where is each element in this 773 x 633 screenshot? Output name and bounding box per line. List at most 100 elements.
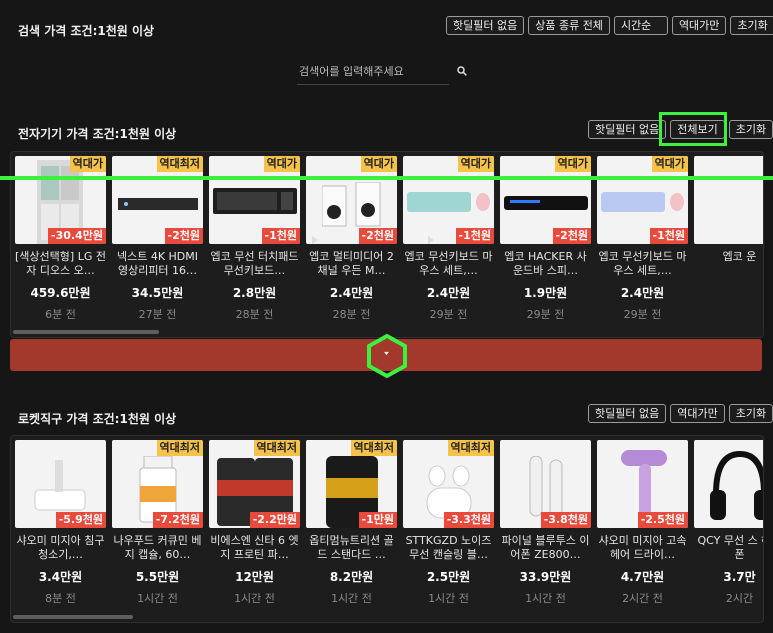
product-card[interactable]: QCY 무선 스 헤드폰 3.7만 2시간 [694, 440, 763, 606]
product-price: 33.9만원 [519, 570, 572, 584]
keyboard-image [213, 188, 297, 214]
keyboard-set-image [601, 192, 684, 212]
search-box [297, 60, 449, 85]
product-card[interactable]: 역대가 -1천원 엡코 무선 터치패드 무선키보드… 2.8만원 28분 전 [209, 156, 300, 322]
posted-time: 1시간 전 [137, 592, 178, 605]
product-price: 1.9만원 [523, 286, 568, 300]
search-price-condition-title: 검색 가격 조건:1천원 이상 [18, 24, 155, 38]
product-name: STTKGZD 노이즈 무선 캔슬링 블… [405, 534, 492, 561]
product-image: 역대가 -1천원 [597, 156, 688, 244]
product-card[interactable]: -2.5천원 샤오미 미지아 고속 헤어 드라이… 4.7만원 2시간 전 [597, 440, 688, 606]
highlight-hexagon [367, 333, 407, 379]
product-card[interactable]: 역대최저 -3.3천원 STTKGZD 노이즈 무선 캔슬링 블… 2.5만원 … [403, 440, 494, 606]
product-image: 역대가 -2천원 [500, 156, 591, 244]
posted-time: 1시간 전 [525, 592, 566, 605]
discount-label: -2.5천원 [637, 512, 688, 528]
product-image: -2.5천원 [597, 440, 688, 528]
hdmi-splitter-image [118, 198, 198, 210]
search-icon[interactable] [457, 66, 467, 76]
product-image: 역대최저 -3.3천원 [403, 440, 494, 528]
posted-time: 28분 전 [235, 308, 274, 321]
product-card[interactable]: 역대최저 -7.2천원 나우푸드 커큐민 베지 캡슐, 60… 5.5만원 1시… [112, 440, 203, 606]
product-card[interactable]: 역대가 -1천원 엡코 무선키보드 마우스 세트,… 2.4만원 29분 전 [597, 156, 688, 322]
product-price: 2.8만원 [232, 286, 277, 300]
product-image: 역대최저 -2천원 [112, 156, 203, 244]
badge-lowest: 역대가 [360, 156, 397, 172]
product-name: 엡코 무선키보드 마우스 세트,… [404, 250, 493, 277]
discount-label: -2.2만원 [249, 512, 300, 528]
rocket-reset-button[interactable]: 초기화 [728, 404, 773, 423]
posted-time: 27분 전 [138, 308, 177, 321]
badge-lowest-ever: 역대최저 [156, 440, 203, 456]
discount-label: -30.4만원 [48, 228, 106, 244]
product-image: 역대가 -2천원 [306, 156, 397, 244]
product-price: 2.4만원 [426, 286, 471, 300]
highlight-box [659, 112, 727, 146]
product-type-button[interactable]: 상품 종류 전체 [528, 16, 610, 35]
product-image: 역대최저 -1만원 [306, 440, 397, 528]
product-name: 넥스트 4K HDMI 영상리피터 16… [116, 250, 199, 277]
electronics-scrollbar[interactable] [13, 330, 159, 334]
chevron-right-icon [428, 236, 434, 244]
product-card[interactable]: -3.8천원 파이널 블루투스 이어폰 ZE800… 33.9만원 1시간 전 [500, 440, 591, 606]
product-price: 8.2만원 [329, 570, 374, 584]
posted-time: 2시간 전 [622, 592, 663, 605]
highlight-line [0, 176, 773, 180]
discount-label: -1천원 [649, 228, 688, 244]
discount-label: -1천원 [261, 228, 300, 244]
product-name: QCY 무선 스 헤드폰 [697, 534, 763, 561]
posted-time: 29분 전 [623, 308, 662, 321]
product-price: 459.6만원 [30, 286, 91, 300]
product-card[interactable]: -5.9천원 샤오미 미지아 침구 청소기,… 3.4만원 8분 전 [15, 440, 106, 606]
product-card[interactable]: 역대최저 -1만원 옵티멈뉴트리션 골드 스탠다드 … 8.2만원 1시간 전 [306, 440, 397, 606]
product-card[interactable]: 역대가 -1천원 엡코 무선키보드 마우스 세트,… 2.4만원 29분 전 [403, 156, 494, 322]
rocket-lowest-only-button[interactable]: 역대가만 [670, 404, 725, 423]
keyboard-set-image [407, 192, 490, 212]
search-input[interactable] [297, 60, 441, 83]
product-image: 역대최저 -7.2천원 [112, 440, 203, 528]
product-name: 옵티멈뉴트리션 골드 스탠다드 … [309, 534, 394, 561]
badge-lowest-ever: 역대최저 [447, 440, 494, 456]
product-image: 역대가 -30.4만원 [15, 156, 106, 244]
electronics-hotdeal-filter-button[interactable]: 핫딜필터 없음 [588, 120, 667, 139]
product-card[interactable]: 역대가 -30.4만원 [색상선택형] LG 전자 디오스 오… 459.6만원… [15, 156, 106, 322]
top-filter-buttons: 핫딜필터 없음 상품 종류 전체 시간순 역대가만 초기화 [446, 16, 773, 35]
soundbar-image [504, 196, 588, 210]
product-card[interactable]: 엡코 운 [694, 156, 763, 322]
posted-time: 2시간 [725, 592, 754, 605]
sort-time-button[interactable]: 시간순 [613, 16, 668, 35]
product-image: 역대가 -1천원 [403, 156, 494, 244]
rocket-hotdeal-filter-button[interactable]: 핫딜필터 없음 [588, 404, 667, 423]
lowest-only-button[interactable]: 역대가만 [671, 16, 727, 35]
product-name: [색상선택형] LG 전자 디오스 오… [15, 250, 106, 277]
product-card[interactable]: 역대최저 -2천원 넥스트 4K HDMI 영상리피터 16… 34.5만원 2… [112, 156, 203, 322]
discount-label: -2천원 [164, 228, 203, 244]
product-card[interactable]: 역대최저 -2.2만원 비에스엔 신타 6 엣지 프로틴 파… 12만원 1시간… [209, 440, 300, 606]
discount-label: -3.8천원 [540, 512, 591, 528]
posted-time: 6분 전 [45, 308, 76, 321]
rocket-carousel[interactable]: -5.9천원 샤오미 미지아 침구 청소기,… 3.4만원 8분 전 역대최저 … [10, 435, 764, 623]
product-card[interactable]: 역대가 -2천원 엡코 HACKER 사운드바 스피… 1.9만원 29분 전 [500, 156, 591, 322]
posted-time: 8분 전 [45, 592, 76, 605]
reset-button[interactable]: 초기화 [730, 16, 773, 35]
electronics-reset-button[interactable]: 초기화 [728, 120, 773, 139]
product-price: 12만원 [235, 570, 274, 584]
badge-lowest-ever: 역대최저 [156, 156, 203, 172]
badge-lowest: 역대가 [263, 156, 300, 172]
product-price: 3.7만 [723, 570, 756, 584]
hotdeal-filter-button[interactable]: 핫딜필터 없음 [446, 16, 525, 35]
product-card[interactable]: 역대가 -2천원 엡코 멀티미디어 2채널 우든 M… 2.4만원 28분 전 [306, 156, 397, 322]
product-image [694, 440, 763, 528]
rocket-scrollbar[interactable] [13, 615, 133, 619]
rocket-card-list: -5.9천원 샤오미 미지아 침구 청소기,… 3.4만원 8분 전 역대최저 … [11, 436, 763, 610]
product-image: -5.9천원 [15, 440, 106, 528]
speaker-image [322, 182, 381, 227]
section-rocket-title: 로켓직구 가격 조건:1천원 이상 [18, 412, 177, 426]
product-name: 엡코 멀티미디어 2채널 우든 M… [309, 250, 394, 277]
product-price: 34.5만원 [131, 286, 184, 300]
vacuum-image [34, 460, 86, 511]
product-price: 2.4만원 [620, 286, 665, 300]
product-image [694, 156, 763, 244]
product-name: 엡코 무선 터치패드 무선키보드… [210, 250, 299, 277]
badge-lowest: 역대가 [457, 156, 494, 172]
